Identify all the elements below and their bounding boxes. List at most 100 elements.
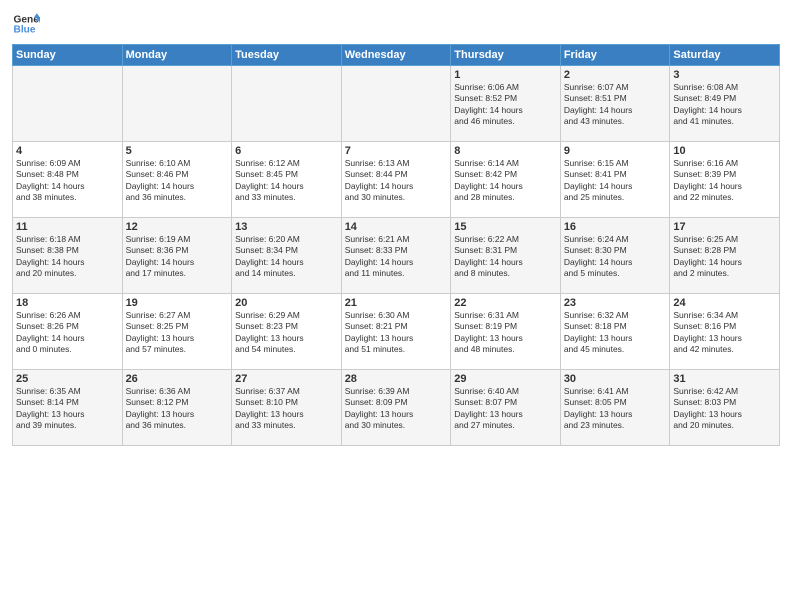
day-info: Sunrise: 6:29 AM Sunset: 8:23 PM Dayligh… bbox=[235, 310, 338, 356]
day-number: 6 bbox=[235, 145, 338, 157]
day-number: 19 bbox=[126, 297, 229, 309]
day-number: 25 bbox=[16, 373, 119, 385]
day-number: 10 bbox=[673, 145, 776, 157]
day-cell: 21Sunrise: 6:30 AM Sunset: 8:21 PM Dayli… bbox=[341, 294, 451, 370]
day-number: 7 bbox=[345, 145, 448, 157]
day-number: 13 bbox=[235, 221, 338, 233]
day-info: Sunrise: 6:32 AM Sunset: 8:18 PM Dayligh… bbox=[564, 310, 667, 356]
day-cell: 12Sunrise: 6:19 AM Sunset: 8:36 PM Dayli… bbox=[122, 218, 232, 294]
day-cell: 8Sunrise: 6:14 AM Sunset: 8:42 PM Daylig… bbox=[451, 142, 561, 218]
day-number: 11 bbox=[16, 221, 119, 233]
calendar-table: SundayMondayTuesdayWednesdayThursdayFrid… bbox=[12, 44, 780, 446]
day-cell: 23Sunrise: 6:32 AM Sunset: 8:18 PM Dayli… bbox=[560, 294, 670, 370]
day-number: 5 bbox=[126, 145, 229, 157]
day-info: Sunrise: 6:27 AM Sunset: 8:25 PM Dayligh… bbox=[126, 310, 229, 356]
day-number: 26 bbox=[126, 373, 229, 385]
day-number: 17 bbox=[673, 221, 776, 233]
day-cell: 15Sunrise: 6:22 AM Sunset: 8:31 PM Dayli… bbox=[451, 218, 561, 294]
day-number: 22 bbox=[454, 297, 557, 309]
weekday-header-sunday: Sunday bbox=[13, 45, 123, 66]
day-number: 31 bbox=[673, 373, 776, 385]
day-info: Sunrise: 6:34 AM Sunset: 8:16 PM Dayligh… bbox=[673, 310, 776, 356]
day-info: Sunrise: 6:22 AM Sunset: 8:31 PM Dayligh… bbox=[454, 234, 557, 280]
day-info: Sunrise: 6:06 AM Sunset: 8:52 PM Dayligh… bbox=[454, 82, 557, 128]
day-number: 21 bbox=[345, 297, 448, 309]
day-number: 12 bbox=[126, 221, 229, 233]
day-number: 14 bbox=[345, 221, 448, 233]
day-info: Sunrise: 6:25 AM Sunset: 8:28 PM Dayligh… bbox=[673, 234, 776, 280]
week-row-3: 11Sunrise: 6:18 AM Sunset: 8:38 PM Dayli… bbox=[13, 218, 780, 294]
day-cell bbox=[341, 66, 451, 142]
day-cell: 30Sunrise: 6:41 AM Sunset: 8:05 PM Dayli… bbox=[560, 370, 670, 446]
day-cell: 31Sunrise: 6:42 AM Sunset: 8:03 PM Dayli… bbox=[670, 370, 780, 446]
day-info: Sunrise: 6:26 AM Sunset: 8:26 PM Dayligh… bbox=[16, 310, 119, 356]
day-info: Sunrise: 6:24 AM Sunset: 8:30 PM Dayligh… bbox=[564, 234, 667, 280]
header: General Blue bbox=[12, 10, 780, 38]
day-cell: 24Sunrise: 6:34 AM Sunset: 8:16 PM Dayli… bbox=[670, 294, 780, 370]
day-cell: 25Sunrise: 6:35 AM Sunset: 8:14 PM Dayli… bbox=[13, 370, 123, 446]
calendar-container: General Blue SundayMondayTuesdayWednesda… bbox=[0, 0, 792, 612]
weekday-header-wednesday: Wednesday bbox=[341, 45, 451, 66]
day-number: 16 bbox=[564, 221, 667, 233]
day-cell: 5Sunrise: 6:10 AM Sunset: 8:46 PM Daylig… bbox=[122, 142, 232, 218]
day-cell: 17Sunrise: 6:25 AM Sunset: 8:28 PM Dayli… bbox=[670, 218, 780, 294]
weekday-header-saturday: Saturday bbox=[670, 45, 780, 66]
day-info: Sunrise: 6:30 AM Sunset: 8:21 PM Dayligh… bbox=[345, 310, 448, 356]
day-cell: 6Sunrise: 6:12 AM Sunset: 8:45 PM Daylig… bbox=[232, 142, 342, 218]
day-info: Sunrise: 6:35 AM Sunset: 8:14 PM Dayligh… bbox=[16, 386, 119, 432]
logo: General Blue bbox=[12, 10, 40, 38]
week-row-2: 4Sunrise: 6:09 AM Sunset: 8:48 PM Daylig… bbox=[13, 142, 780, 218]
day-info: Sunrise: 6:40 AM Sunset: 8:07 PM Dayligh… bbox=[454, 386, 557, 432]
day-cell: 20Sunrise: 6:29 AM Sunset: 8:23 PM Dayli… bbox=[232, 294, 342, 370]
weekday-header-thursday: Thursday bbox=[451, 45, 561, 66]
week-row-5: 25Sunrise: 6:35 AM Sunset: 8:14 PM Dayli… bbox=[13, 370, 780, 446]
day-info: Sunrise: 6:36 AM Sunset: 8:12 PM Dayligh… bbox=[126, 386, 229, 432]
svg-text:Blue: Blue bbox=[14, 25, 36, 36]
day-cell bbox=[122, 66, 232, 142]
day-number: 20 bbox=[235, 297, 338, 309]
day-cell: 16Sunrise: 6:24 AM Sunset: 8:30 PM Dayli… bbox=[560, 218, 670, 294]
day-number: 4 bbox=[16, 145, 119, 157]
day-cell: 27Sunrise: 6:37 AM Sunset: 8:10 PM Dayli… bbox=[232, 370, 342, 446]
day-info: Sunrise: 6:39 AM Sunset: 8:09 PM Dayligh… bbox=[345, 386, 448, 432]
day-info: Sunrise: 6:15 AM Sunset: 8:41 PM Dayligh… bbox=[564, 158, 667, 204]
day-info: Sunrise: 6:21 AM Sunset: 8:33 PM Dayligh… bbox=[345, 234, 448, 280]
day-info: Sunrise: 6:07 AM Sunset: 8:51 PM Dayligh… bbox=[564, 82, 667, 128]
day-number: 29 bbox=[454, 373, 557, 385]
day-cell: 7Sunrise: 6:13 AM Sunset: 8:44 PM Daylig… bbox=[341, 142, 451, 218]
day-cell bbox=[13, 66, 123, 142]
day-cell: 13Sunrise: 6:20 AM Sunset: 8:34 PM Dayli… bbox=[232, 218, 342, 294]
day-info: Sunrise: 6:09 AM Sunset: 8:48 PM Dayligh… bbox=[16, 158, 119, 204]
day-cell: 19Sunrise: 6:27 AM Sunset: 8:25 PM Dayli… bbox=[122, 294, 232, 370]
day-number: 18 bbox=[16, 297, 119, 309]
day-cell: 18Sunrise: 6:26 AM Sunset: 8:26 PM Dayli… bbox=[13, 294, 123, 370]
logo-icon: General Blue bbox=[12, 10, 40, 38]
day-info: Sunrise: 6:08 AM Sunset: 8:49 PM Dayligh… bbox=[673, 82, 776, 128]
day-info: Sunrise: 6:10 AM Sunset: 8:46 PM Dayligh… bbox=[126, 158, 229, 204]
day-cell: 22Sunrise: 6:31 AM Sunset: 8:19 PM Dayli… bbox=[451, 294, 561, 370]
day-info: Sunrise: 6:14 AM Sunset: 8:42 PM Dayligh… bbox=[454, 158, 557, 204]
weekday-header-monday: Monday bbox=[122, 45, 232, 66]
day-info: Sunrise: 6:41 AM Sunset: 8:05 PM Dayligh… bbox=[564, 386, 667, 432]
day-cell: 1Sunrise: 6:06 AM Sunset: 8:52 PM Daylig… bbox=[451, 66, 561, 142]
day-info: Sunrise: 6:16 AM Sunset: 8:39 PM Dayligh… bbox=[673, 158, 776, 204]
day-number: 9 bbox=[564, 145, 667, 157]
day-number: 2 bbox=[564, 69, 667, 81]
day-info: Sunrise: 6:31 AM Sunset: 8:19 PM Dayligh… bbox=[454, 310, 557, 356]
weekday-header-friday: Friday bbox=[560, 45, 670, 66]
day-cell: 29Sunrise: 6:40 AM Sunset: 8:07 PM Dayli… bbox=[451, 370, 561, 446]
week-row-1: 1Sunrise: 6:06 AM Sunset: 8:52 PM Daylig… bbox=[13, 66, 780, 142]
day-cell: 9Sunrise: 6:15 AM Sunset: 8:41 PM Daylig… bbox=[560, 142, 670, 218]
day-number: 28 bbox=[345, 373, 448, 385]
weekday-header-tuesday: Tuesday bbox=[232, 45, 342, 66]
day-info: Sunrise: 6:19 AM Sunset: 8:36 PM Dayligh… bbox=[126, 234, 229, 280]
day-number: 27 bbox=[235, 373, 338, 385]
day-cell: 4Sunrise: 6:09 AM Sunset: 8:48 PM Daylig… bbox=[13, 142, 123, 218]
day-cell bbox=[232, 66, 342, 142]
day-info: Sunrise: 6:42 AM Sunset: 8:03 PM Dayligh… bbox=[673, 386, 776, 432]
day-cell: 14Sunrise: 6:21 AM Sunset: 8:33 PM Dayli… bbox=[341, 218, 451, 294]
day-number: 30 bbox=[564, 373, 667, 385]
day-info: Sunrise: 6:37 AM Sunset: 8:10 PM Dayligh… bbox=[235, 386, 338, 432]
weekday-header-row: SundayMondayTuesdayWednesdayThursdayFrid… bbox=[13, 45, 780, 66]
day-cell: 28Sunrise: 6:39 AM Sunset: 8:09 PM Dayli… bbox=[341, 370, 451, 446]
